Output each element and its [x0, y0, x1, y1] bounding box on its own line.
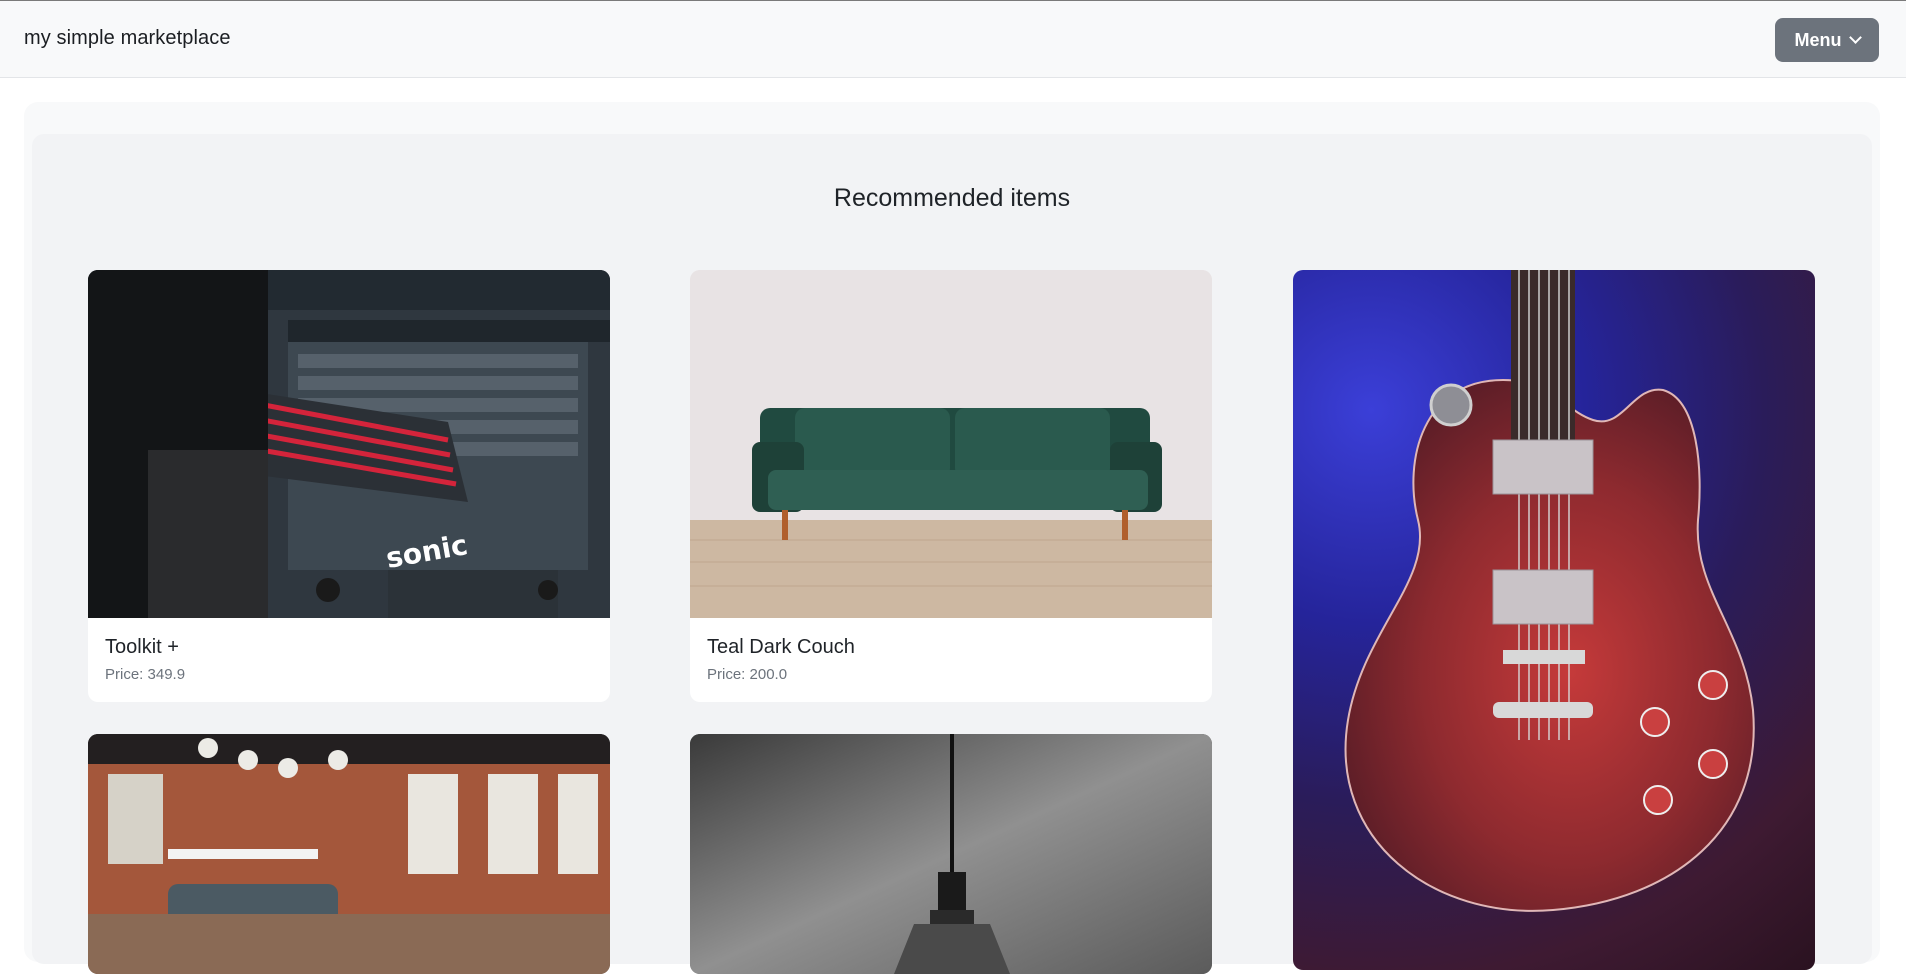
- menu-button[interactable]: Menu: [1775, 18, 1879, 62]
- item-card-office-lounge[interactable]: [88, 734, 610, 974]
- couch-illustration: [690, 270, 1212, 618]
- top-navbar: my simple marketplace Menu: [0, 0, 1906, 78]
- item-image-office-lounge: [88, 734, 610, 974]
- item-image-teal-couch: [690, 270, 1212, 618]
- menu-button-label: Menu: [1794, 29, 1842, 50]
- item-card-toolkit[interactable]: sonic Toolkit + Price: 349.9: [88, 270, 610, 702]
- item-image-guitar: [1293, 270, 1815, 970]
- item-card-teal-couch[interactable]: Teal Dark Couch Price: 200.0: [690, 270, 1212, 702]
- office-illustration: [88, 734, 610, 974]
- section-title: Recommended items: [833, 184, 1071, 212]
- item-name[interactable]: Toolkit +: [105, 636, 179, 659]
- item-image-pendant-lamp: [690, 734, 1212, 974]
- chevron-down-icon: [1848, 31, 1862, 44]
- item-price: Price: 200.0: [707, 666, 788, 683]
- item-price: Price: 349.9: [105, 666, 186, 683]
- brand-title[interactable]: my simple marketplace: [24, 27, 231, 50]
- lamp-illustration: [690, 734, 1212, 974]
- item-card-pendant-lamp[interactable]: [690, 734, 1212, 974]
- guitar-illustration: [1344, 270, 1755, 912]
- item-image-toolkit: sonic: [88, 270, 610, 618]
- item-name[interactable]: Teal Dark Couch: [707, 636, 855, 659]
- item-card-guitar[interactable]: [1293, 270, 1815, 970]
- toolkit-illustration: sonic: [88, 270, 610, 618]
